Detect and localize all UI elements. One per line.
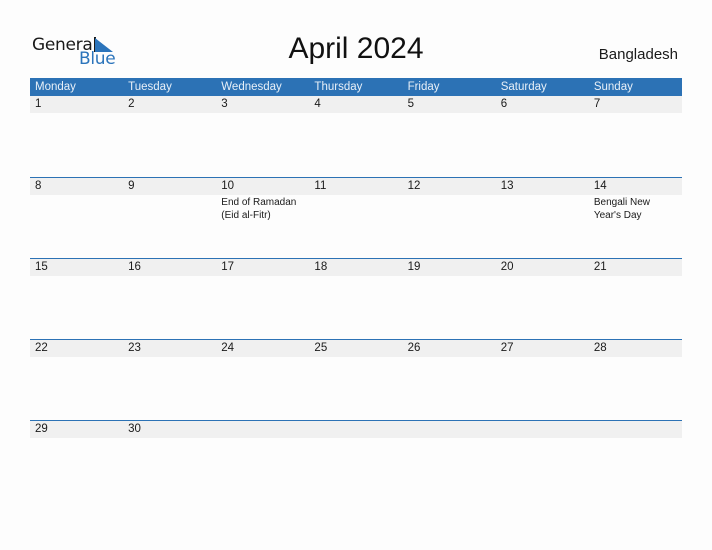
weekday-header: Monday Tuesday Wednesday Thursday Friday… — [30, 78, 682, 96]
date-number: 2 — [128, 98, 135, 110]
holiday-label: Bengali New Year's Day — [593, 197, 650, 221]
date-number: 9 — [128, 180, 135, 192]
weekday-wednesday: Wednesday — [221, 81, 282, 93]
date-number: 6 — [500, 98, 508, 110]
events-strip — [30, 357, 682, 358]
date-number: 29 — [35, 423, 48, 435]
date-number: 20 — [500, 261, 514, 273]
events-strip — [30, 276, 682, 277]
date-number: 7 — [593, 98, 601, 110]
holiday-label — [496, 438, 589, 439]
holiday-label — [589, 113, 682, 114]
date-number: 13 — [500, 180, 514, 192]
holiday-label — [216, 276, 309, 277]
weekday-friday: Friday — [407, 81, 440, 93]
date-number: 30 — [128, 423, 141, 435]
holiday-label — [123, 113, 216, 114]
events-strip — [30, 113, 682, 114]
week-row: 8 9 10 11 12 13 14 End of Ramadan (Eid al-Fitr)… — [30, 177, 682, 258]
holiday-label — [496, 195, 589, 222]
date-number — [309, 421, 402, 438]
date-strip: 8 9 10 11 12 13 14 — [30, 178, 682, 195]
holiday-label — [30, 113, 123, 114]
week-row: 1 2 3 4 5 6 7 — [30, 96, 682, 177]
date-strip: 15 16 17 18 19 20 21 — [30, 259, 682, 276]
holiday-label: End of Ramadan (Eid al-Fitr) — [221, 197, 297, 221]
date-number: 5 — [407, 98, 414, 110]
date-number: 21 — [593, 261, 607, 273]
weekday-sunday: Sunday — [593, 81, 633, 93]
week-row: 15 16 17 18 19 20 21 — [30, 258, 682, 339]
date-number: 26 — [407, 342, 421, 354]
date-number — [589, 421, 682, 438]
weekday-monday: Monday — [35, 81, 76, 93]
holiday-label — [403, 113, 496, 114]
holiday-label — [216, 438, 309, 439]
holiday-label — [496, 113, 589, 114]
weekday-tuesday: Tuesday — [128, 81, 172, 93]
date-number: 4 — [314, 98, 321, 110]
events-strip — [30, 438, 682, 439]
holiday-label — [309, 276, 402, 277]
events-strip: End of Ramadan (Eid al-Fitr) Bengali New … — [30, 195, 682, 222]
date-number: 17 — [221, 261, 235, 273]
holiday-label — [30, 276, 123, 277]
date-number: 22 — [35, 342, 48, 354]
weekday-saturday: Saturday — [500, 81, 547, 93]
holiday-label — [589, 357, 682, 358]
date-number: 23 — [128, 342, 141, 354]
date-number: 11 — [314, 180, 327, 192]
holiday-label — [309, 195, 402, 222]
holiday-label — [403, 357, 496, 358]
holiday-label — [403, 195, 496, 222]
date-number: 3 — [221, 98, 228, 110]
holiday-label — [496, 357, 589, 358]
date-number: 18 — [314, 261, 328, 273]
weekday-thursday: Thursday — [314, 81, 363, 93]
holiday-label — [496, 276, 589, 277]
week-row: 22 23 24 25 26 27 28 — [30, 339, 682, 420]
holiday-label — [589, 276, 682, 277]
date-number: 8 — [35, 180, 42, 192]
weeks-container: 1 2 3 4 5 6 7 8 9 10 11 12 13 14 End of Ramadan (Eid a… — [30, 96, 682, 501]
holiday-label — [30, 195, 123, 222]
holiday-label — [123, 357, 216, 358]
date-number: 27 — [500, 342, 514, 354]
date-number: 28 — [593, 342, 607, 354]
date-strip: 29 30 — [30, 421, 682, 438]
date-number: 14 — [593, 180, 607, 192]
holiday-label — [30, 438, 123, 439]
date-number: 16 — [128, 261, 141, 273]
date-number — [403, 421, 496, 438]
holiday-label — [309, 357, 402, 358]
holiday-label — [123, 276, 216, 277]
date-number: 1 — [35, 98, 42, 110]
holiday-label — [403, 276, 496, 277]
holiday-label — [589, 438, 682, 439]
holiday-label — [309, 438, 402, 439]
holiday-label — [403, 438, 496, 439]
holiday-label — [309, 113, 402, 114]
calendar-grid: Monday Tuesday Wednesday Thursday Friday… — [30, 78, 682, 501]
holiday-label — [123, 438, 216, 439]
date-number — [216, 421, 309, 438]
date-number: 19 — [407, 261, 421, 273]
country-label: Bangladesh — [598, 46, 678, 63]
date-strip: 22 23 24 25 26 27 28 — [30, 340, 682, 357]
holiday-label — [30, 357, 123, 358]
holiday-label — [216, 357, 309, 358]
date-number: 10 — [221, 180, 235, 192]
date-number: 24 — [221, 342, 235, 354]
holiday-label — [123, 195, 216, 222]
date-number: 15 — [35, 261, 48, 273]
date-strip: 1 2 3 4 5 6 7 — [30, 96, 682, 113]
date-number: 12 — [407, 180, 421, 192]
week-row: 29 30 — [30, 420, 682, 501]
date-number: 25 — [314, 342, 328, 354]
holiday-label — [216, 113, 309, 114]
date-number — [496, 421, 589, 438]
